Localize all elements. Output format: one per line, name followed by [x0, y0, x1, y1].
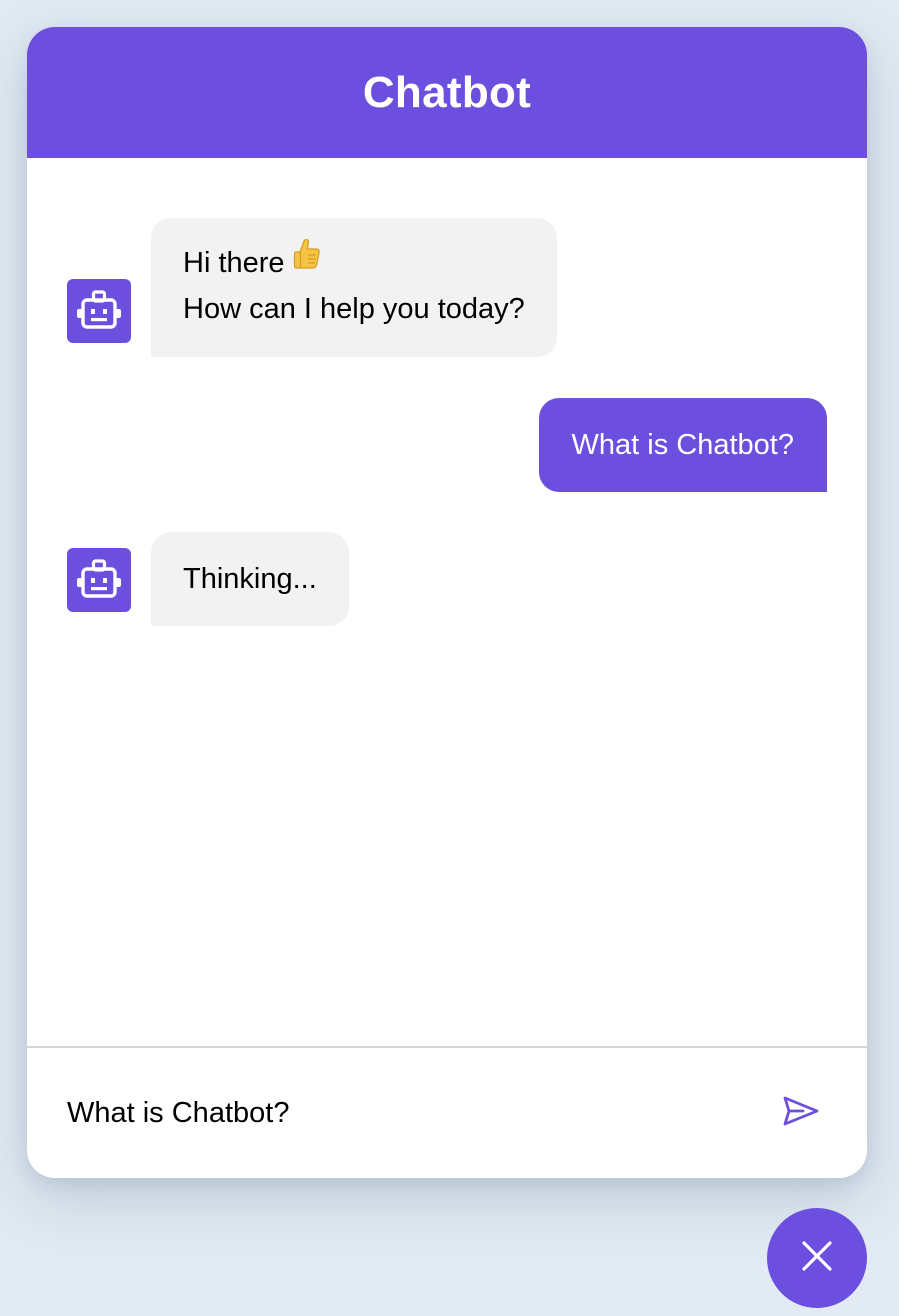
chat-message-list[interactable]: Hi there How can I help you today? What … — [27, 158, 867, 1046]
thumbs-up-icon — [293, 238, 321, 284]
send-icon — [783, 1096, 819, 1131]
chat-input-bar: What is Chatbot? — [27, 1046, 867, 1178]
close-icon — [800, 1239, 834, 1278]
message-input[interactable]: What is Chatbot? — [27, 1093, 773, 1133]
chatbot-window: Chatbot Hi there How can I help you toda… — [27, 27, 867, 1178]
user-message-bubble: What is Chatbot? — [538, 398, 827, 492]
bot-message-bubble: Hi there How can I help you today? — [151, 218, 557, 357]
chatbot-header: Chatbot — [27, 27, 867, 158]
robot-icon — [67, 548, 131, 612]
send-button[interactable] — [773, 1085, 829, 1141]
chatbot-title: Chatbot — [362, 67, 532, 117]
bot-message-line: How can I help you today? — [183, 293, 525, 325]
thinking-bubble: Thinking... — [151, 532, 349, 626]
chatbot-toggler-button[interactable] — [767, 1208, 867, 1308]
robot-icon — [67, 279, 131, 343]
user-message: What is Chatbot? — [538, 398, 827, 492]
bot-message: Hi there How can I help you today? — [67, 218, 557, 357]
bot-message: Thinking... — [67, 532, 349, 626]
bot-message-line: Hi there — [183, 247, 285, 279]
